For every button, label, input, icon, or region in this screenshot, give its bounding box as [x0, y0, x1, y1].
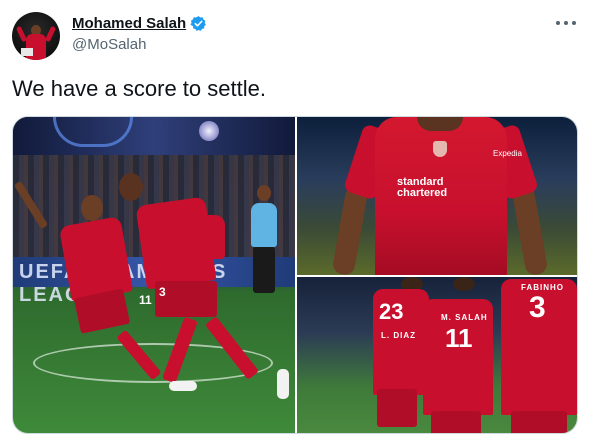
more-horizontal-icon[interactable] — [556, 16, 576, 30]
avatar-figure-body — [26, 34, 46, 60]
player-head — [453, 277, 475, 291]
player-shorts — [511, 411, 567, 433]
verified-badge-icon — [190, 16, 207, 31]
player-boot — [169, 381, 197, 391]
player-number: 3 — [159, 285, 166, 299]
player-number: 11 — [445, 323, 473, 353]
player-shorts — [377, 389, 417, 427]
photo-team-huddle[interactable]: 23 L. DIAZ M. SALAH 11 FABINHO 3 — [297, 277, 577, 433]
referee-legs — [253, 247, 275, 293]
avatar-flag — [21, 48, 33, 56]
player-head — [81, 195, 103, 221]
display-name[interactable]: Mohamed Salah — [72, 15, 186, 32]
more-dot — [564, 21, 568, 25]
player-number: 3 — [529, 291, 546, 324]
player-name: L. DIAZ — [381, 331, 416, 340]
name-row: Mohamed Salah — [72, 15, 207, 32]
liverpool-crest-icon — [433, 141, 447, 157]
player-name: M. SALAH — [441, 313, 488, 322]
tweet-media-grid: UEFA CHAMPIONS LEAGUE 11 3 standa — [12, 116, 578, 434]
referee-head — [257, 185, 271, 201]
player-arm — [511, 185, 549, 275]
background-player — [191, 215, 225, 259]
player-boot — [277, 369, 289, 399]
more-dot — [572, 21, 576, 25]
referee — [251, 203, 277, 247]
player-neck — [417, 117, 463, 131]
tweet-text: We have a score to settle. — [12, 76, 266, 101]
photo-shirt-closeup[interactable]: standard chartered Expedia — [297, 117, 577, 275]
player-number: 11 — [139, 293, 152, 307]
ucl-ball-graphic — [199, 121, 219, 141]
photo-celebration[interactable]: UEFA CHAMPIONS LEAGUE 11 3 — [13, 117, 295, 433]
shirt-sponsor: standard chartered — [397, 176, 448, 199]
player-head — [119, 173, 143, 201]
player-arm — [331, 185, 369, 275]
player-shorts — [431, 411, 481, 433]
avatar-figure-arm — [44, 25, 57, 43]
tweet-header: Mohamed Salah @MoSalah — [12, 12, 580, 62]
user-handle[interactable]: @MoSalah — [72, 36, 146, 53]
player-number: 23 — [379, 299, 404, 324]
more-dot — [556, 21, 560, 25]
sleeve-sponsor: Expedia — [493, 149, 522, 158]
avatar[interactable] — [12, 12, 60, 60]
